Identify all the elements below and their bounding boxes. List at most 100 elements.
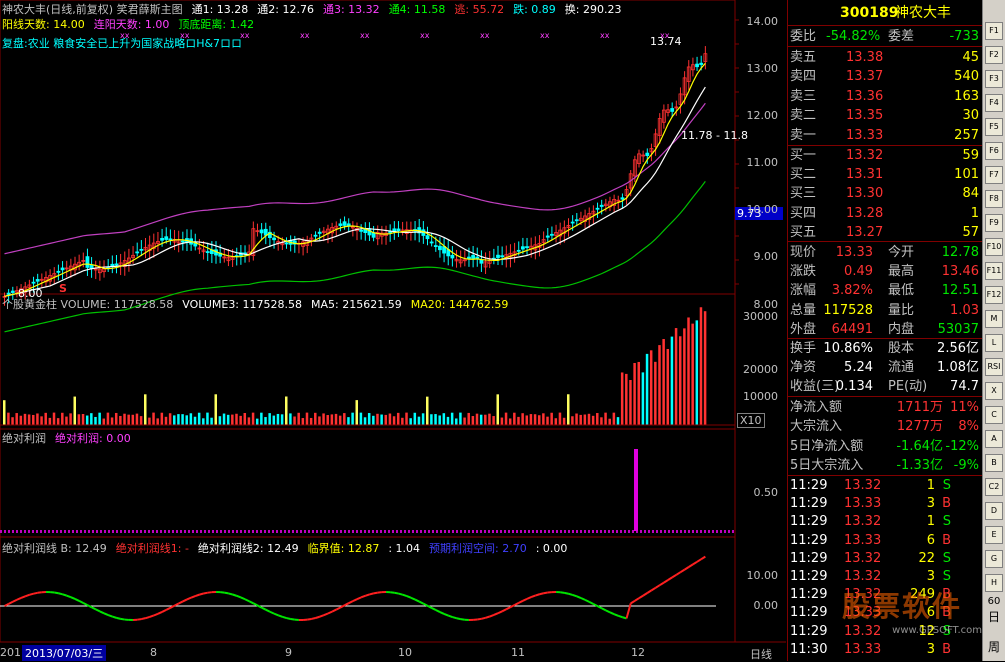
profit-dot — [340, 530, 342, 533]
profit-dot — [308, 530, 310, 533]
volume-bar — [654, 362, 657, 425]
profit-dot — [36, 530, 38, 533]
candle-body — [90, 265, 93, 268]
stat-value: 0.49 — [844, 262, 873, 281]
chart-area[interactable]: xxxxxxxxxxxxxxxxxxxx 神农大丰(日线,前复权) 笑君薛斯主图… — [0, 0, 786, 661]
profit-dot — [120, 530, 122, 533]
profit-dot — [664, 530, 666, 533]
profit-line-segment — [440, 612, 444, 614]
profit-dot — [228, 530, 230, 533]
toolbar-button-x[interactable]: X — [985, 382, 1003, 400]
profit-line-segment — [336, 607, 340, 609]
volume-bar — [239, 416, 242, 425]
profit-dot — [448, 530, 450, 533]
toolbar-button-a[interactable]: A — [985, 430, 1003, 448]
stat-label: 内盘 — [888, 320, 914, 339]
profit-dot — [300, 530, 302, 533]
volume-bar — [588, 414, 591, 425]
profit-dot — [148, 530, 150, 533]
tick-volume: 1 — [927, 476, 935, 495]
volume-bar — [679, 336, 682, 425]
toolbar-button-l[interactable]: L — [985, 334, 1003, 352]
period-label[interactable]: 日线 — [750, 646, 772, 662]
stat2-row: 换手10.86%股本2.56亿 — [788, 339, 983, 358]
stat-value: 117528 — [823, 301, 873, 320]
toolbar-button-f4[interactable]: F4 — [985, 94, 1003, 112]
toolbar-button-h[interactable]: H — [985, 574, 1003, 592]
toolbar-button-e[interactable]: E — [985, 526, 1003, 544]
profit-line-segment — [581, 598, 585, 600]
toolbar-button-b[interactable]: B — [985, 454, 1003, 472]
toolbar-button-f9[interactable]: F9 — [985, 214, 1003, 232]
header-item: 神农大丰(日线,前复权) 笑君薛斯主图 — [2, 3, 183, 16]
sell-price: 13.36 — [846, 87, 883, 106]
stat-value: 64491 — [832, 320, 873, 339]
profit-dot — [324, 530, 326, 533]
x-marker: xx — [480, 31, 490, 40]
profit-dot — [624, 530, 626, 533]
candle-body — [571, 222, 574, 223]
candle-body — [206, 252, 209, 253]
sell-volume: 30 — [962, 106, 979, 125]
toolbar-button-f10[interactable]: F10 — [985, 238, 1003, 256]
y-tick-label: 20000 — [728, 363, 778, 376]
toolbar-button-m[interactable]: M — [985, 310, 1003, 328]
volume-bar — [675, 328, 678, 425]
candle-body — [397, 229, 400, 231]
toolbar-num[interactable]: 60 — [985, 596, 1003, 607]
candle-body — [451, 255, 454, 258]
volume-bar — [177, 414, 180, 425]
toolbar-button-f7[interactable]: F7 — [985, 166, 1003, 184]
tick-side: S — [943, 476, 951, 495]
profit-dot — [608, 530, 610, 533]
kline-chart[interactable]: xxxxxxxxxxxxxxxxxxxx — [0, 0, 786, 661]
tick-side: B — [942, 531, 951, 550]
flow-row: 5日净流入额-1.64亿-12% — [788, 437, 983, 456]
profit-dot — [232, 530, 234, 533]
volume-bar — [567, 394, 570, 425]
profit-dot — [388, 530, 390, 533]
candle-body — [161, 238, 164, 240]
profit-line-segment — [21, 596, 25, 598]
toolbar-button-f8[interactable]: F8 — [985, 190, 1003, 208]
volume-bar — [285, 397, 288, 425]
toolbar-button-f1[interactable]: F1 — [985, 22, 1003, 40]
volume-bar — [704, 311, 707, 425]
toolbar-button-f6[interactable]: F6 — [985, 142, 1003, 160]
profit-dot — [528, 530, 530, 533]
profit-dot — [292, 530, 294, 533]
sell-row: 卖一13.33257 — [788, 126, 983, 145]
toolbar-button-f5[interactable]: F5 — [985, 118, 1003, 136]
toolbar-button-g[interactable]: G — [985, 550, 1003, 568]
toolbar-button-f3[interactable]: F3 — [985, 70, 1003, 88]
profit-line-segment — [183, 599, 187, 601]
toolbar-button-c2[interactable]: C2 — [985, 478, 1003, 496]
toolbar-button-c[interactable]: C — [985, 406, 1003, 424]
profit-line-segment — [17, 598, 21, 600]
toolbar-button-f12[interactable]: F12 — [985, 286, 1003, 304]
toolbar-button-f2[interactable]: F2 — [985, 46, 1003, 64]
sell-volume: 540 — [954, 67, 979, 86]
toolbar-button-f11[interactable]: F11 — [985, 262, 1003, 280]
profit-line-segment — [150, 615, 154, 616]
buy-label: 买二 — [790, 165, 816, 184]
y-tick-label: 30000 — [728, 310, 778, 323]
volume-bar — [343, 413, 346, 425]
toolbar-button-d[interactable]: D — [985, 502, 1003, 520]
y-tick-label: 11.00 — [728, 156, 778, 169]
volume-bar — [538, 415, 541, 425]
profit-line-segment — [353, 599, 357, 601]
buy-volume: 101 — [954, 165, 979, 184]
toolbar-button-rsi[interactable]: RSI — [985, 358, 1003, 376]
volume-bar — [7, 413, 9, 425]
flow-pct: 8% — [958, 417, 979, 436]
profit-dot — [552, 530, 554, 533]
profit-line-segment — [415, 600, 419, 602]
toolbar-day-label[interactable]: 日 — [985, 608, 1003, 625]
volume-bar — [393, 416, 396, 425]
candle-body — [61, 268, 64, 270]
buy-row: 买三13.3084 — [788, 184, 983, 203]
profit-line-segment — [54, 593, 58, 594]
profit-line-segment — [419, 602, 423, 604]
toolbar-week-label[interactable]: 周 — [985, 638, 1003, 655]
